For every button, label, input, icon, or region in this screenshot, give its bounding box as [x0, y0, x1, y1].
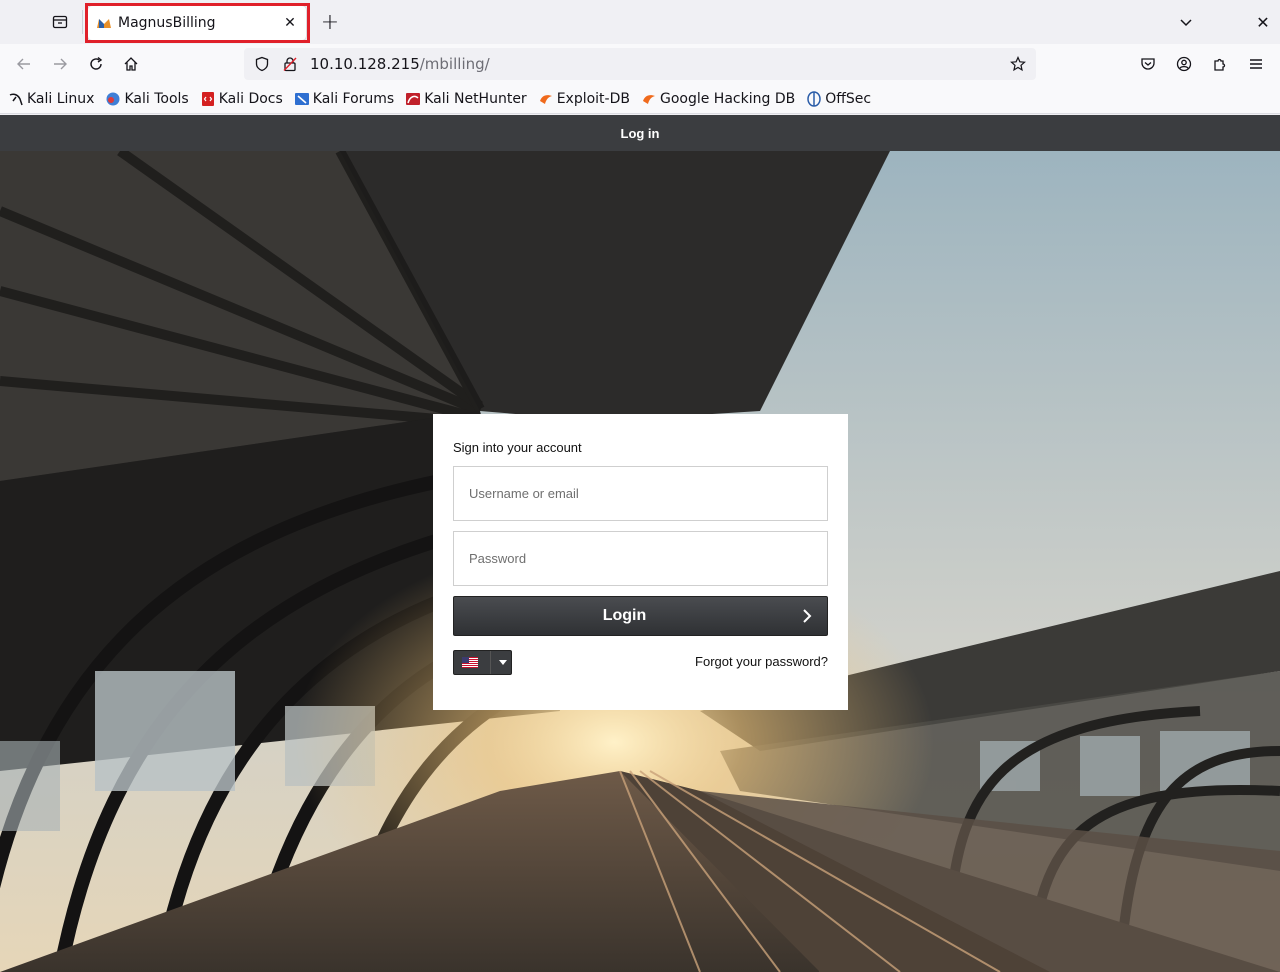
- bookmark-star-icon[interactable]: [1006, 52, 1030, 76]
- url-path: /mbilling/: [419, 55, 490, 73]
- bookmark-label: Kali NetHunter: [424, 90, 527, 107]
- bookmarks-toolbar: Kali Linux Kali Tools Kali Docs Kali For…: [0, 84, 1280, 114]
- account-button[interactable]: [1170, 50, 1198, 78]
- url-bar[interactable]: 10.10.128.215/mbilling/: [244, 48, 1036, 80]
- language-selector-divider: [490, 651, 491, 674]
- app-menu-button[interactable]: [1242, 50, 1270, 78]
- kali-forums-icon: [294, 91, 310, 107]
- caret-down-icon: [499, 660, 507, 665]
- insecure-lock-icon[interactable]: [280, 54, 300, 74]
- hamburger-menu-icon: [1250, 59, 1262, 69]
- bookmark-label: Kali Docs: [218, 90, 283, 107]
- kali-docs-icon: [200, 91, 216, 107]
- page-title: Log in: [620, 125, 660, 141]
- offsec-icon: [806, 90, 822, 107]
- tab-divider: [82, 10, 83, 34]
- pocket-button[interactable]: [1134, 50, 1162, 78]
- arrow-left-icon: [17, 58, 30, 70]
- bookmark-offsec[interactable]: OffSec: [806, 91, 871, 107]
- magnusbilling-favicon-icon: [96, 15, 112, 31]
- bookmark-kali-nethunter[interactable]: Kali NetHunter: [405, 90, 527, 107]
- extensions-button[interactable]: [1206, 50, 1234, 78]
- password-field[interactable]: [453, 531, 828, 586]
- url-text[interactable]: 10.10.128.215/mbilling/: [310, 55, 1006, 73]
- tab-close-icon[interactable]: ✕: [280, 13, 300, 33]
- username-field[interactable]: [453, 466, 828, 521]
- us-flag-icon: [462, 657, 478, 668]
- page-header: Log in: [0, 115, 1280, 151]
- bookmark-label: Kali Tools: [124, 90, 189, 107]
- chevron-down-icon: [1180, 19, 1192, 27]
- login-button[interactable]: Login: [453, 596, 828, 636]
- login-button-label: Login: [602, 607, 647, 624]
- bookmark-google-hacking-db[interactable]: Google Hacking DB: [641, 91, 795, 107]
- home-icon: [124, 57, 138, 71]
- login-panel: Sign into your account Login Forgot your…: [433, 414, 848, 710]
- bookmark-kali-linux[interactable]: Kali Linux: [8, 91, 94, 107]
- bookmark-label: OffSec: [825, 90, 872, 107]
- firefox-view-icon: [52, 15, 68, 29]
- kali-tools-icon: [105, 91, 121, 107]
- page-content: Log in Sign into your account Username o…: [0, 115, 1280, 972]
- bookmark-label: Google Hacking DB: [659, 90, 796, 107]
- account-icon: [1176, 56, 1192, 72]
- home-button[interactable]: [117, 50, 145, 78]
- tab-title: MagnusBilling: [118, 15, 216, 31]
- reload-button[interactable]: [82, 50, 110, 78]
- password-input[interactable]: [454, 532, 827, 585]
- chevron-right-icon: [803, 609, 812, 623]
- bookmark-label: Kali Linux: [27, 90, 95, 107]
- exploit-db-icon: [538, 91, 554, 107]
- tab-strip: MagnusBilling ✕ + ✕: [0, 0, 1280, 44]
- url-host: 10.10.128.215: [310, 55, 420, 73]
- puzzle-icon: [1214, 58, 1226, 71]
- navigation-toolbar: 10.10.128.215/mbilling/: [0, 44, 1280, 84]
- bookmark-kali-forums[interactable]: Kali Forums: [294, 91, 394, 107]
- firefox-view-button[interactable]: [46, 8, 74, 36]
- arrow-right-icon: [54, 58, 67, 70]
- login-heading: Sign into your account: [453, 440, 582, 455]
- back-button[interactable]: [10, 50, 38, 78]
- pocket-icon: [1141, 58, 1155, 70]
- kali-nethunter-icon: [405, 91, 421, 107]
- bookmark-kali-tools[interactable]: Kali Tools: [105, 90, 189, 107]
- bookmark-label: Kali Forums: [312, 90, 395, 107]
- username-input[interactable]: [454, 467, 827, 520]
- bookmark-label: Exploit-DB: [556, 90, 630, 107]
- reload-icon: [90, 56, 103, 70]
- tracking-shield-icon[interactable]: [252, 54, 272, 74]
- list-all-tabs-button[interactable]: [1172, 8, 1200, 36]
- forward-button[interactable]: [46, 50, 74, 78]
- bookmark-exploit-db[interactable]: Exploit-DB: [538, 91, 630, 107]
- tab-magnusbilling[interactable]: MagnusBilling ✕: [88, 6, 306, 40]
- ghdb-icon: [641, 91, 657, 107]
- new-tab-button[interactable]: +: [316, 8, 344, 36]
- window-close-button[interactable]: ✕: [1250, 8, 1276, 36]
- language-selector[interactable]: [453, 650, 512, 675]
- kali-dragon-icon: [8, 91, 24, 107]
- bookmark-kali-docs[interactable]: Kali Docs: [200, 91, 283, 107]
- forgot-password-link[interactable]: Forgot your password?: [695, 654, 828, 669]
